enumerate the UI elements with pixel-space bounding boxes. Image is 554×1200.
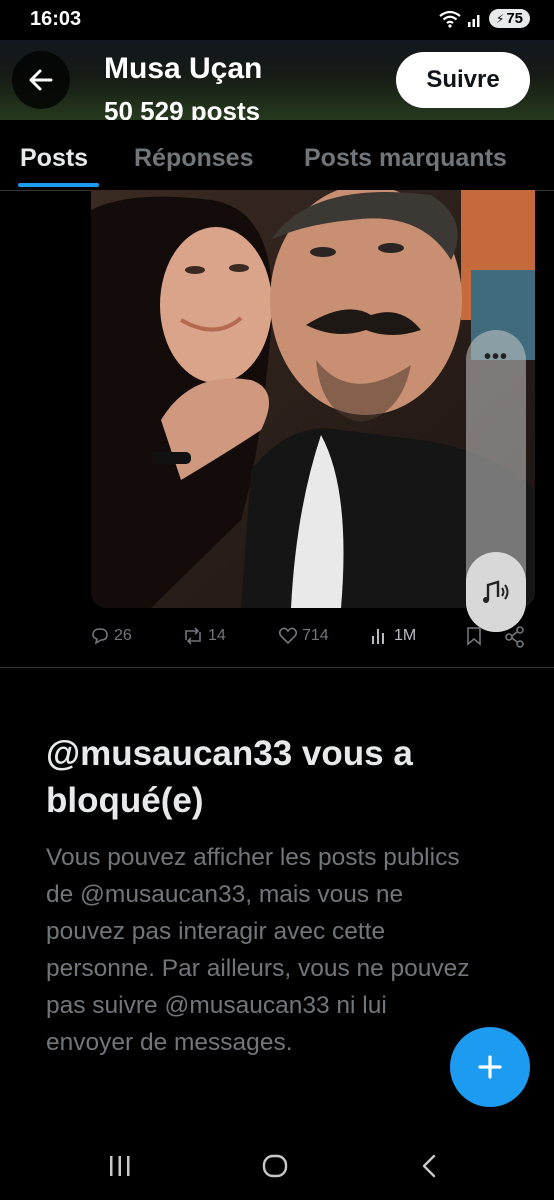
battery-level: 75 bbox=[506, 10, 523, 27]
blocked-title: @musaucan33 vous a bloqué(e) bbox=[46, 734, 413, 820]
profile-tabs: Posts Réponses Posts marquants bbox=[0, 120, 554, 191]
bookmark-icon bbox=[467, 627, 481, 646]
tab-highlights[interactable]: Posts marquants bbox=[304, 144, 507, 173]
system-nav-bar bbox=[0, 1130, 554, 1200]
bookmark-action[interactable] bbox=[465, 626, 483, 646]
home-button[interactable] bbox=[255, 1150, 295, 1182]
media-controls-panel: ••• bbox=[466, 330, 526, 632]
views-action[interactable]: 1M bbox=[370, 626, 416, 646]
recent-apps-icon bbox=[110, 1156, 130, 1176]
views-icon bbox=[372, 629, 384, 644]
share-action[interactable] bbox=[504, 626, 526, 648]
tab-posts[interactable]: Posts bbox=[20, 144, 88, 173]
reply-icon bbox=[92, 628, 108, 645]
repost-action[interactable]: 14 bbox=[182, 626, 226, 646]
like-icon bbox=[278, 627, 298, 645]
follow-button[interactable]: Suivre bbox=[396, 52, 530, 108]
back-icon bbox=[422, 1154, 436, 1178]
profile-name: Musa Uçan bbox=[104, 52, 263, 85]
active-tab-indicator bbox=[18, 183, 99, 187]
back-button[interactable] bbox=[12, 51, 70, 109]
blocked-description: Vous pouvez afficher les posts publics d… bbox=[46, 844, 470, 1056]
plus-icon bbox=[478, 1055, 502, 1079]
sound-icon bbox=[483, 580, 509, 603]
view-count: 1M bbox=[394, 627, 417, 644]
more-icon[interactable]: ••• bbox=[466, 346, 526, 369]
system-back-button[interactable] bbox=[410, 1150, 450, 1182]
reply-action[interactable]: 26 bbox=[90, 626, 132, 646]
share-icon bbox=[505, 626, 524, 648]
repost-icon bbox=[185, 627, 201, 645]
wifi-icon bbox=[439, 10, 461, 28]
sound-button[interactable] bbox=[466, 552, 526, 632]
post-actions: 26 14 714 1M bbox=[90, 622, 534, 652]
like-action[interactable]: 714 bbox=[278, 626, 329, 646]
battery-icon: ⚡ bbox=[495, 11, 505, 26]
tab-replies[interactable]: Réponses bbox=[134, 144, 253, 173]
home-icon bbox=[262, 1154, 288, 1178]
back-arrow-icon bbox=[29, 69, 53, 91]
status-time: 16:03 bbox=[30, 8, 82, 30]
compose-button[interactable] bbox=[450, 1027, 530, 1107]
post-count: 50 529 posts bbox=[104, 96, 261, 120]
divider bbox=[0, 667, 554, 668]
status-bar: 16:03 ⚡ 75 bbox=[0, 0, 554, 40]
like-count: 714 bbox=[302, 627, 329, 644]
battery-indicator: ⚡ 75 bbox=[488, 9, 530, 28]
repost-count: 14 bbox=[208, 627, 226, 644]
profile-header: Musa Uçan 50 529 posts Suivre bbox=[0, 40, 554, 120]
status-icons: ⚡ 75 bbox=[439, 9, 530, 28]
recent-apps-button[interactable] bbox=[100, 1150, 140, 1182]
reply-count: 26 bbox=[114, 627, 132, 644]
signal-icon bbox=[467, 14, 480, 27]
